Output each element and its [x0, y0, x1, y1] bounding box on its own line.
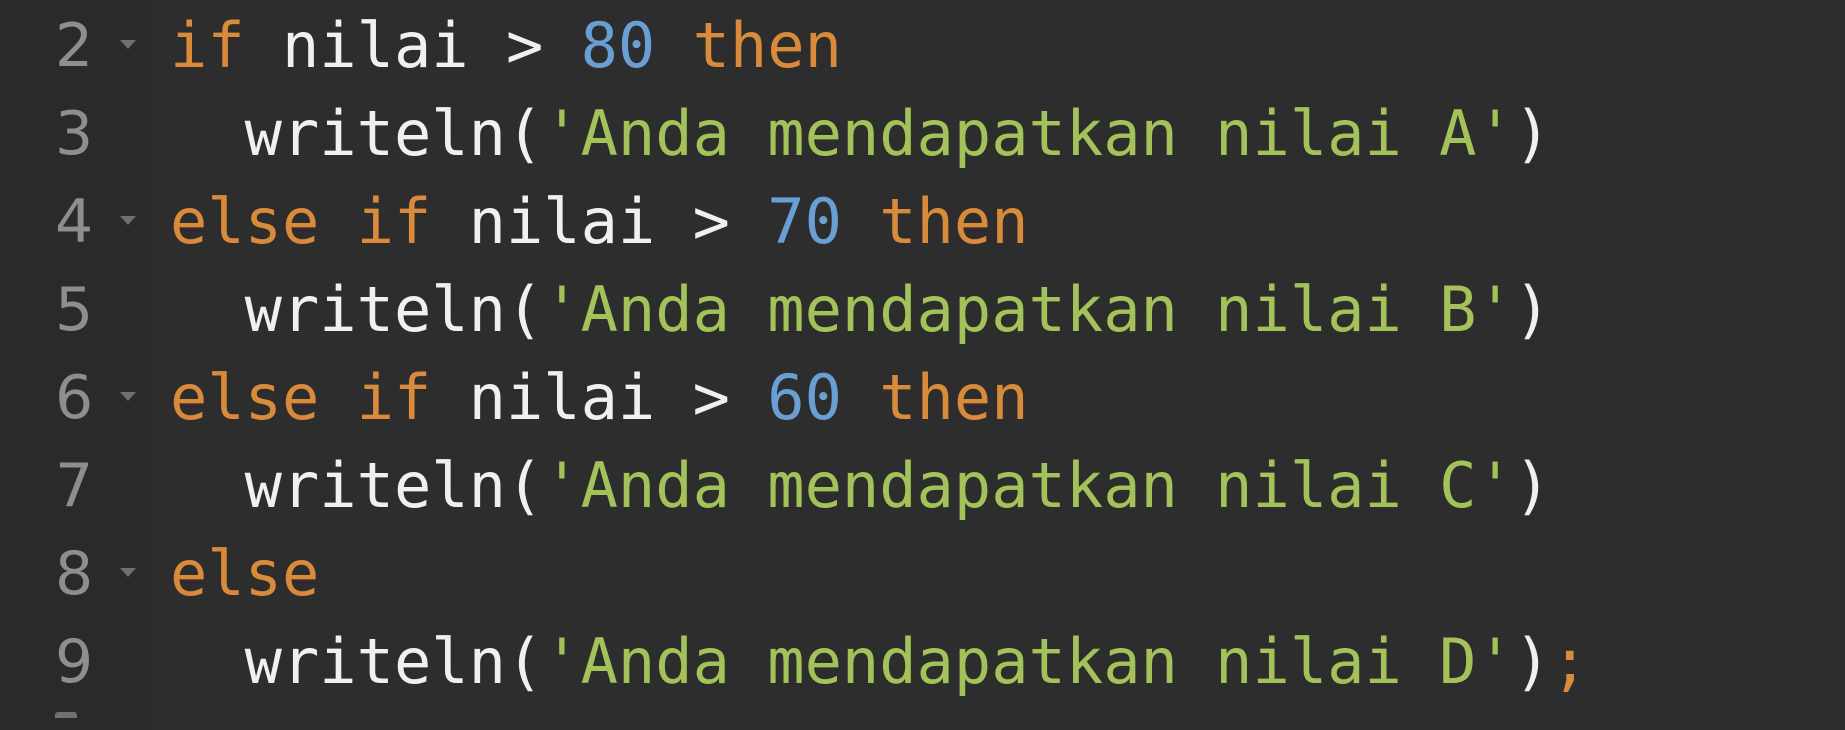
- line-number: 5: [55, 275, 94, 345]
- code-line[interactable]: writeln('Anda mendapatkan nilai B'): [170, 266, 1551, 354]
- line-number-row: 7: [0, 442, 153, 530]
- fold-arrow-icon[interactable]: [120, 40, 136, 49]
- code-token-op: >: [692, 185, 730, 258]
- code-token-kw: then: [692, 9, 842, 82]
- code-token-id: writeln(: [170, 97, 544, 170]
- code-token-kw: else if: [170, 361, 432, 434]
- code-line[interactable]: writeln('Anda mendapatkan nilai A'): [170, 90, 1551, 178]
- line-number: 6: [55, 363, 94, 433]
- code-token-kw: if: [170, 9, 245, 82]
- code-token-str: 'Anda mendapatkan nilai A': [543, 97, 1514, 170]
- code-token-punc: ): [1513, 449, 1552, 522]
- code-token-num: 80: [580, 9, 656, 82]
- line-number: 4: [55, 187, 94, 257]
- code-token-op: >: [505, 9, 544, 82]
- code-token-punc: ): [1513, 97, 1552, 170]
- line-number: 7: [55, 451, 94, 521]
- code-line[interactable]: else if nilai > 70 then: [170, 178, 1029, 266]
- code-token-id: writeln(: [170, 625, 544, 698]
- code-token-punc: ): [1513, 625, 1552, 698]
- code-editor[interactable]: 23456789 if nilai > 80 then writeln('And…: [0, 0, 1845, 730]
- code-token-id: [543, 9, 580, 82]
- code-token-id: writeln(: [170, 449, 544, 522]
- code-token-id: [730, 185, 767, 258]
- line-number-row: 6: [0, 354, 153, 442]
- code-line[interactable]: else: [170, 530, 319, 618]
- line-number-row: 3: [0, 90, 153, 178]
- code-token-id: [655, 9, 692, 82]
- line-number-row: 2: [0, 2, 153, 90]
- partial-line-number: [55, 712, 77, 718]
- code-token-kw: else: [170, 537, 320, 610]
- line-number-row: 9: [0, 618, 153, 706]
- code-token-semi: ;: [1551, 625, 1589, 698]
- code-token-id: nilai: [431, 185, 693, 258]
- code-token-num: 60: [767, 361, 842, 434]
- line-number-row: 5: [0, 266, 153, 354]
- code-token-punc: ): [1513, 273, 1552, 346]
- code-token-id: [842, 185, 879, 258]
- code-token-kw: then: [879, 361, 1029, 434]
- line-number: 8: [55, 539, 94, 609]
- line-number: 2: [55, 11, 94, 81]
- code-line[interactable]: writeln('Anda mendapatkan nilai D');: [170, 618, 1589, 706]
- code-token-kw: then: [879, 185, 1029, 258]
- code-token-op: >: [692, 361, 730, 434]
- code-token-kw: else if: [170, 185, 432, 258]
- fold-arrow-icon[interactable]: [120, 568, 136, 577]
- fold-arrow-icon[interactable]: [120, 216, 136, 225]
- code-token-id: [842, 361, 879, 434]
- line-number-row: 4: [0, 178, 153, 266]
- line-number-row: 8: [0, 530, 153, 618]
- code-token-str: 'Anda mendapatkan nilai B': [543, 273, 1514, 346]
- code-line[interactable]: if nilai > 80 then: [170, 2, 842, 90]
- line-number: 3: [55, 99, 94, 169]
- code-token-id: [730, 361, 767, 434]
- code-token-id: writeln(: [170, 273, 544, 346]
- line-number: 9: [55, 627, 94, 697]
- code-line[interactable]: writeln('Anda mendapatkan nilai C'): [170, 442, 1551, 530]
- code-line[interactable]: else if nilai > 60 then: [170, 354, 1029, 442]
- code-token-str: 'Anda mendapatkan nilai D': [543, 625, 1514, 698]
- line-number-gutter: 2 3 4 5 6 7 8 9: [0, 0, 153, 730]
- code-token-id: nilai: [244, 9, 506, 82]
- code-area[interactable]: if nilai > 80 then writeln('Anda mendapa…: [153, 0, 1845, 730]
- code-token-id: nilai: [431, 361, 693, 434]
- fold-arrow-icon[interactable]: [120, 392, 136, 401]
- code-token-num: 70: [767, 185, 842, 258]
- code-token-str: 'Anda mendapatkan nilai C': [543, 449, 1514, 522]
